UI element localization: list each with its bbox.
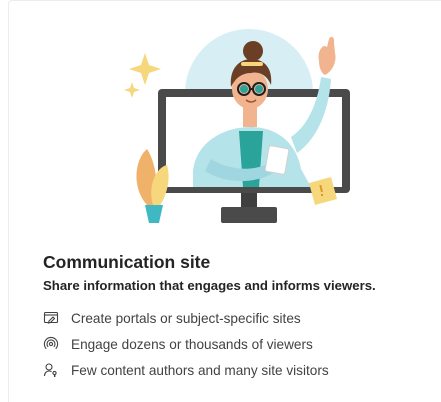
communication-site-illustration <box>124 29 350 223</box>
waving-hand <box>318 36 336 75</box>
feature-label: Engage dozens or thousands of viewers <box>71 336 313 352</box>
communication-site-card[interactable]: Communication site Share information tha… <box>8 0 441 402</box>
card-title: Communication site <box>43 252 211 272</box>
feature-item: Create portals or subject-specific sites <box>43 305 329 331</box>
feature-item: Engage dozens or thousands of viewers <box>43 331 329 357</box>
feature-item: Few content authors and many site visito… <box>43 357 329 383</box>
page-edit-icon <box>43 310 59 326</box>
monitor-stand <box>241 191 257 209</box>
feature-label: Create portals or subject-specific sites <box>71 310 301 326</box>
monitor-base <box>221 207 277 223</box>
broadcast-icon <box>43 336 59 352</box>
feature-list: Create portals or subject-specific sites… <box>43 305 329 383</box>
feature-label: Few content authors and many site visito… <box>71 362 329 378</box>
sparkle-icon <box>124 53 161 98</box>
people-key-icon <box>43 362 59 378</box>
paper-note <box>264 145 290 175</box>
card-subtitle: Share information that engages and infor… <box>43 278 376 293</box>
